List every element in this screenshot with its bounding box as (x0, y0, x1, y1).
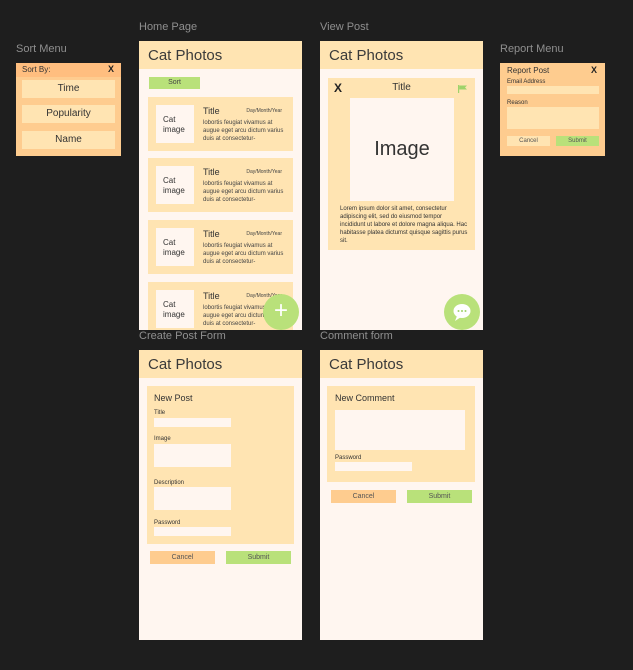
chat-bubble-icon (453, 304, 471, 321)
comment-form-frame: Cat Photos New Comment Password Cancel S… (320, 350, 483, 640)
submit-button[interactable]: Submit (226, 551, 291, 564)
cat-image-placeholder: Cat image (156, 228, 194, 266)
password-field[interactable] (154, 527, 231, 536)
post-title: Title (392, 82, 411, 93)
app-header: Cat Photos (320, 41, 483, 69)
sort-menu: Sort By: X Time Popularity Name (16, 63, 121, 156)
new-comment-panel: New Comment Password (327, 386, 475, 482)
comment-button[interactable] (444, 294, 480, 330)
form-title: New Post (154, 393, 193, 403)
email-field[interactable] (507, 86, 599, 94)
post-date: Day/Month/Year (246, 231, 282, 237)
close-icon[interactable]: X (591, 65, 597, 75)
description-field[interactable] (154, 487, 231, 510)
cat-image-placeholder: Cat image (156, 166, 194, 204)
report-menu: Report Post X Email Address Reason Cance… (500, 63, 605, 156)
home-frame: Cat Photos Sort Cat image Title Day/Mont… (139, 41, 302, 330)
post-body: Lorem ipsum dolor sit amet, consectetur … (340, 206, 468, 244)
post-card[interactable]: Cat image Title Day/Month/Year lobortis … (148, 158, 293, 212)
post-title: Title (203, 291, 220, 301)
cat-image-placeholder: Cat image (156, 105, 194, 143)
app-header: Cat Photos (320, 350, 483, 378)
post-card[interactable]: Cat image Title Day/Month/Year lobortis … (148, 97, 293, 151)
frame-label-view-post: View Post (320, 21, 369, 33)
frame-label-home: Home Page (139, 21, 198, 33)
report-menu-title: Report Post (507, 66, 550, 75)
new-post-panel: New Post Title Image Description Passwor… (147, 386, 294, 544)
sort-option-time[interactable]: Time (22, 80, 115, 98)
password-field[interactable] (335, 462, 412, 471)
frame-label-comment-form: Comment form (320, 330, 393, 342)
post-detail-panel: Title X Image Lorem ipsum dolor sit amet… (328, 78, 475, 250)
post-excerpt: lobortis feugiat vivamus at augue eget a… (203, 181, 284, 203)
create-post-frame: Cat Photos New Post Title Image Descript… (139, 350, 302, 640)
reason-field[interactable] (507, 107, 599, 129)
post-title: Title (203, 229, 220, 239)
post-title: Title (203, 106, 220, 116)
view-post-frame: Cat Photos Title X Image Lorem ipsum dol… (320, 41, 483, 330)
comment-field[interactable] (335, 410, 465, 450)
description-label: Description (154, 480, 185, 486)
close-icon[interactable]: X (108, 64, 114, 74)
post-title: Title (203, 167, 220, 177)
email-label: Email Address (507, 79, 546, 85)
cancel-button[interactable]: Cancel (507, 136, 550, 146)
post-card[interactable]: Cat image Title Day/Month/Year lobortis … (148, 220, 293, 274)
password-label: Password (335, 455, 362, 461)
plus-icon: + (273, 297, 288, 324)
submit-button[interactable]: Submit (407, 490, 472, 503)
image-label: Image (154, 436, 171, 442)
cancel-button[interactable]: Cancel (150, 551, 215, 564)
post-date: Day/Month/Year (246, 169, 282, 175)
sort-option-popularity[interactable]: Popularity (22, 105, 115, 123)
image-field[interactable] (154, 444, 231, 467)
sort-menu-header: Sort By: X (16, 63, 121, 77)
reason-label: Reason (507, 100, 528, 106)
frame-label-sort-menu: Sort Menu (16, 43, 67, 55)
sort-menu-heading: Sort By: (22, 65, 51, 74)
frame-label-report-menu: Report Menu (500, 43, 564, 55)
flag-icon[interactable] (458, 85, 467, 93)
frame-label-create-post: Create Post Form (139, 330, 226, 342)
password-label: Password (154, 520, 181, 526)
post-image-placeholder: Image (350, 98, 454, 201)
cat-image-placeholder: Cat image (156, 290, 194, 328)
title-field[interactable] (154, 418, 231, 427)
title-label: Title (154, 410, 166, 416)
sort-option-name[interactable]: Name (22, 131, 115, 149)
close-icon[interactable]: X (334, 81, 342, 95)
app-header: Cat Photos (139, 350, 302, 378)
post-excerpt: lobortis feugiat vivamus at augue eget a… (203, 120, 284, 142)
add-post-button[interactable]: + (263, 294, 299, 330)
app-header: Cat Photos (139, 41, 302, 69)
cancel-button[interactable]: Cancel (331, 490, 396, 503)
submit-button[interactable]: Submit (556, 136, 599, 146)
post-date: Day/Month/Year (246, 108, 282, 114)
post-excerpt: lobortis feugiat vivamus at augue eget a… (203, 243, 284, 265)
form-title: New Comment (335, 393, 395, 403)
sort-button[interactable]: Sort (149, 77, 200, 89)
